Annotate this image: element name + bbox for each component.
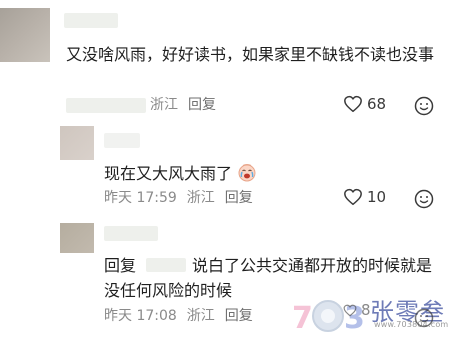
location-text: 浙江 [150,97,178,113]
avatar[interactable] [60,126,94,160]
reply-prefix[interactable]: 回复 [104,256,136,275]
like-count: 8 [361,301,371,319]
location-text: 浙江 [186,308,215,324]
svg-text:7: 7 [292,301,313,336]
reply-button[interactable]: 回复 [225,307,253,325]
heart-icon [344,188,362,206]
watermark-url: www.703804.com [374,320,449,329]
reply-meta: 昨天 17:08 浙江 回复 [104,307,253,325]
heart-icon [343,304,357,317]
timestamp: 昨天 17:08 [104,308,177,324]
like-button[interactable]: 68 [343,95,386,113]
username-redacted[interactable] [104,133,140,148]
like-count: 10 [367,188,387,206]
like-button[interactable]: 10 [343,188,386,206]
avatar[interactable] [60,223,94,253]
crying-face-icon [238,164,256,182]
reply-meta: 昨天 17:59 浙江 回复 [104,189,253,207]
location-text: 浙江 [186,190,215,206]
username-redacted[interactable] [64,13,118,28]
comment-text: 又没啥风雨，好好读书，如果家里不缺钱不读也没事 [66,45,435,64]
time-redacted [66,97,146,113]
avatar[interactable] [0,8,50,62]
reply-text: 现在又大风大雨了 [104,162,257,185]
like-count: 68 [367,95,387,113]
comment-meta: 浙江 回复 [66,96,216,114]
like-button[interactable]: 8 [343,301,371,319]
reply-button[interactable]: 回复 [225,189,253,207]
emoji-reaction-icon[interactable] [414,96,434,116]
mention-redacted[interactable] [146,258,187,272]
timestamp: 昨天 17:59 [104,190,177,206]
heart-icon [344,95,362,113]
emoji-reaction-icon[interactable] [414,189,434,209]
reply-button[interactable]: 回复 [188,96,216,114]
emoji-reaction-icon[interactable] [414,308,434,328]
username-redacted[interactable] [104,226,158,241]
watermark: 7 3 张零叁 www.703804.com 8 [292,290,462,341]
